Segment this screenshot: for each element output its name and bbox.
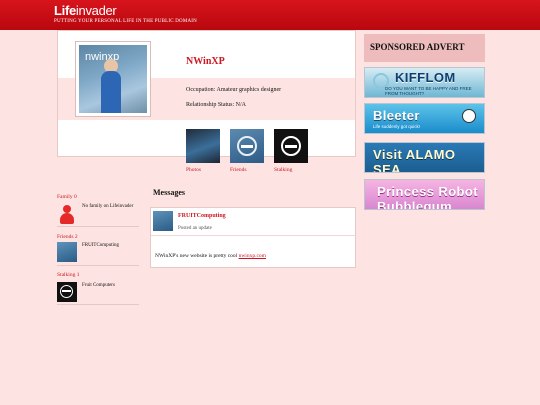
lifeinvader-logo[interactable]: Lifeinvader — [54, 3, 117, 18]
stalking-logo-icon — [281, 136, 301, 156]
site-tagline: PUTTING YOUR PERSONAL LIFE IN THE PUBLIC… — [54, 19, 197, 24]
friend-avatar[interactable] — [57, 242, 77, 262]
bleeter-subtitle: Life suddenly got quick! — [373, 124, 421, 129]
kifflom-advert[interactable]: KIFFLOM DO YOU WANT TO BE HAPPY AND FREE… — [364, 67, 485, 98]
person-body — [60, 213, 74, 224]
message-card: FRUITComputing Posted an update NWinXP's… — [150, 207, 356, 268]
family-divider — [57, 226, 139, 227]
princess-robot-bubblegum-advert[interactable]: Princess Robot Bubblegum — [364, 179, 485, 210]
stalking-avatar[interactable] — [57, 282, 77, 302]
family-empty-text: No family on Lifeinvader — [82, 204, 134, 209]
message-author[interactable]: FRUITComputing — [178, 213, 226, 219]
family-section-title[interactable]: Family 0 — [57, 194, 77, 200]
profile-avatar[interactable]: nwinxp — [75, 41, 151, 117]
alamo-sea-title: Visit ALAMO SEA — [373, 147, 456, 173]
message-author-avatar[interactable] — [153, 211, 173, 231]
alamo-sea-advert[interactable]: Visit ALAMO SEA — [364, 142, 485, 173]
stalking-link[interactable]: Stalking — [274, 167, 292, 173]
brand-suffix: invader — [75, 3, 117, 18]
messages-title: Messages — [153, 188, 185, 197]
sponsored-advert-title: SPONSORED ADVERT — [370, 42, 465, 52]
fruit-logo-icon — [60, 285, 73, 298]
stalking-tile[interactable] — [274, 129, 308, 163]
friend-name[interactable]: FRUITComputing — [82, 243, 119, 248]
kifflom-title: KIFFLOM — [395, 70, 456, 85]
family-avatar-placeholder — [57, 204, 77, 224]
profile-name: NWinXP — [186, 56, 225, 67]
avatar-body — [101, 71, 121, 113]
occupation-label: Occupation: Amateur graphics designer — [186, 87, 282, 93]
sheep-icon — [462, 109, 476, 123]
friends-section-title[interactable]: Friends 2 — [57, 234, 78, 240]
friends-link[interactable]: Friends — [230, 167, 247, 173]
stalking-divider — [57, 304, 139, 305]
person-icon — [63, 205, 71, 213]
photos-tile[interactable] — [186, 129, 220, 163]
sponsored-advert-header: SPONSORED ADVERT — [364, 34, 485, 62]
message-divider — [151, 235, 355, 236]
brand-prefix: Life — [54, 3, 76, 18]
friends-tile[interactable] — [230, 129, 264, 163]
relationship-status: Relationship Status: N/A — [186, 102, 246, 108]
avatar-image: nwinxp — [79, 45, 147, 113]
stalking-name[interactable]: Fruit Computers — [82, 283, 115, 288]
stalking-section-title[interactable]: Stalking 1 — [57, 272, 79, 278]
top-navigation-bar: Lifeinvader PUTTING YOUR PERSONAL LIFE I… — [0, 0, 540, 30]
message-text-prefix: NWinXP's new website is pretty cool — [155, 253, 239, 259]
friends-divider — [57, 265, 139, 266]
message-action: Posted an update — [178, 226, 212, 231]
kifflom-subtitle: DO YOU WANT TO BE HAPPY AND FREE FROM TH… — [385, 86, 472, 96]
bleeter-title: Bleeter — [373, 108, 420, 123]
message-text: NWinXP's new website is pretty cool nwin… — [155, 253, 266, 259]
friends-logo-icon — [237, 136, 257, 156]
bleeter-advert[interactable]: Bleeter Life suddenly got quick! — [364, 103, 485, 134]
message-link[interactable]: nwinxp.com — [239, 253, 266, 259]
photos-link[interactable]: Photos — [186, 167, 201, 173]
princess-title: Princess Robot Bubblegum — [377, 184, 478, 210]
